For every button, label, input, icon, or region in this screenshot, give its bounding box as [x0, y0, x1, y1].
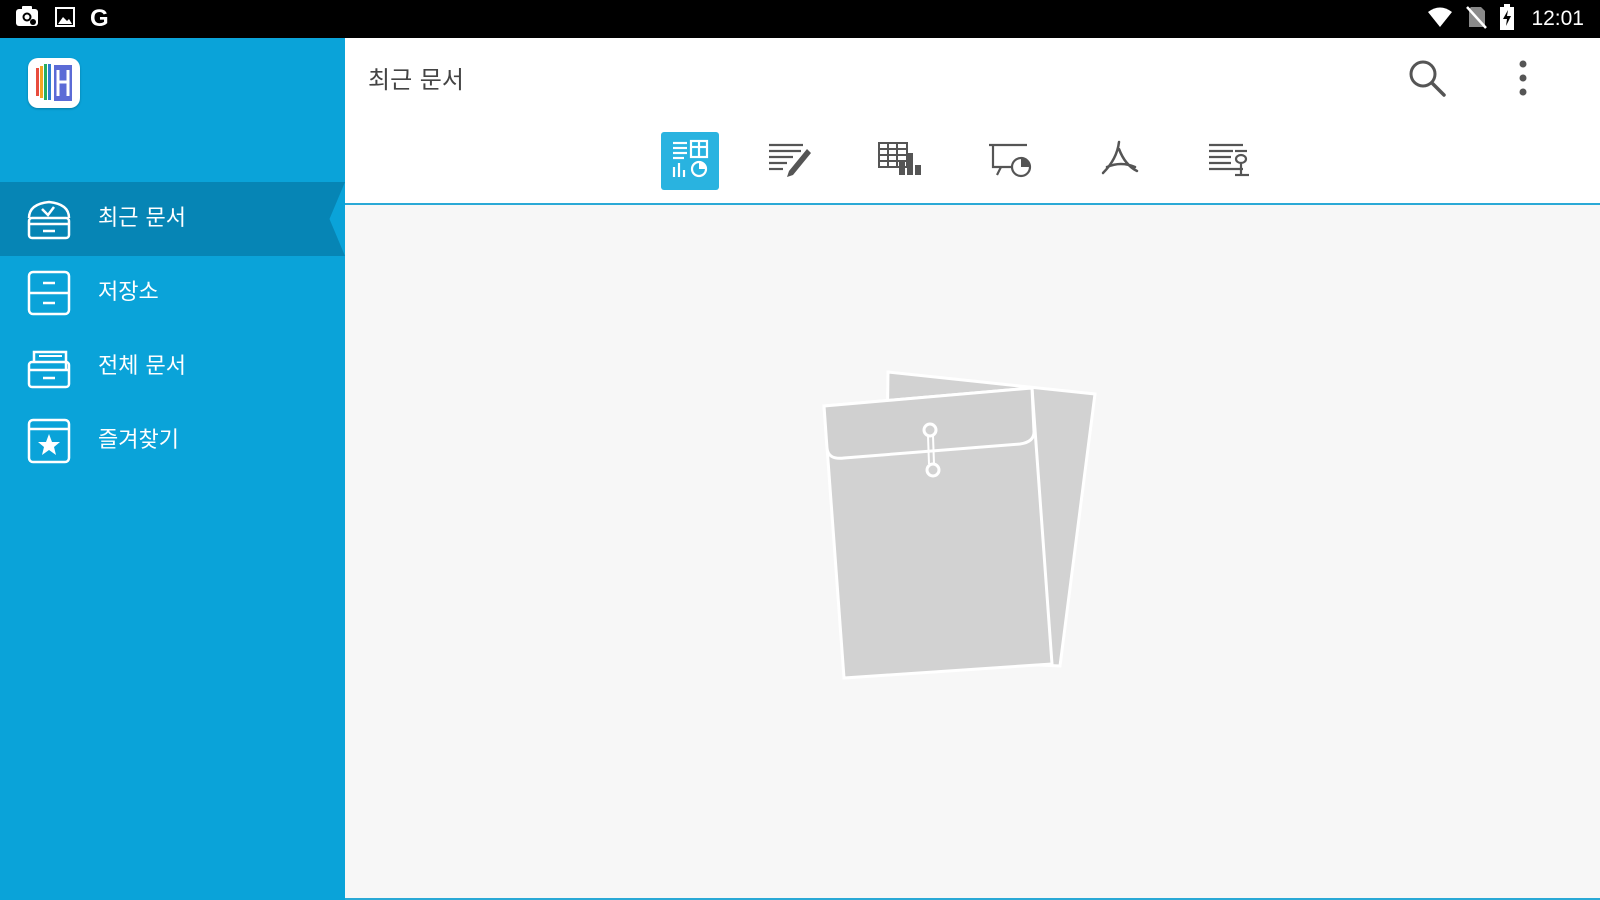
- wifi-icon: [1427, 6, 1453, 32]
- status-bar: G 12:01: [0, 0, 1600, 38]
- recent-documents-icon: [26, 196, 72, 242]
- sidebar-item-all-documents[interactable]: 전체 문서: [0, 330, 345, 404]
- filter-tab-hwp[interactable]: [1201, 132, 1259, 190]
- favorites-star-icon: [26, 418, 72, 464]
- more-vert-icon[interactable]: [1508, 58, 1538, 98]
- screenshot-icon: [14, 4, 40, 34]
- app-logo-icon[interactable]: [28, 58, 80, 108]
- no-sim-icon: [1465, 5, 1488, 33]
- presentation-icon: [987, 139, 1033, 183]
- header: 최근 문서: [345, 38, 1600, 205]
- hwp-document-icon: [1207, 139, 1253, 183]
- page-title: 최근 문서: [368, 66, 464, 94]
- sidebar-item-label: 전체 문서: [98, 354, 186, 379]
- all-documents-icon: [26, 344, 72, 390]
- sidebar-item-storage[interactable]: 저장소: [0, 256, 345, 330]
- battery-charging-icon: [1499, 4, 1515, 34]
- status-clock: 12:01: [1531, 7, 1584, 30]
- filter-tab-word[interactable]: [761, 132, 819, 190]
- main-content: 최근 문서: [345, 38, 1600, 900]
- storage-icon: [26, 270, 72, 316]
- sidebar-item-recent[interactable]: 최근 문서: [0, 182, 345, 256]
- all-formats-icon: [670, 139, 710, 183]
- sidebar-item-label: 저장소: [98, 280, 159, 305]
- google-g-icon: G: [90, 5, 109, 32]
- sidebar-item-favorites[interactable]: 즐겨찾기: [0, 404, 345, 478]
- image-icon: [54, 6, 76, 32]
- search-icon[interactable]: [1407, 58, 1447, 98]
- sidebar-item-label: 즐겨찾기: [98, 428, 179, 453]
- empty-envelope-folder-icon: [820, 368, 1100, 688]
- sidebar-item-label: 최근 문서: [98, 206, 186, 231]
- filter-tab-all[interactable]: [661, 132, 719, 190]
- pdf-icon: [1097, 139, 1143, 183]
- sidebar: 최근 문서 저장소 전체 문서 즐겨찾기: [0, 38, 345, 900]
- filter-tab-spreadsheet[interactable]: [871, 132, 929, 190]
- status-right-icons: 12:01: [1427, 4, 1584, 34]
- filter-tab-pdf[interactable]: [1091, 132, 1149, 190]
- filter-tab-presentation[interactable]: [981, 132, 1039, 190]
- status-left-icons: G: [14, 5, 109, 33]
- word-document-icon: [767, 139, 813, 183]
- spreadsheet-icon: [877, 139, 923, 183]
